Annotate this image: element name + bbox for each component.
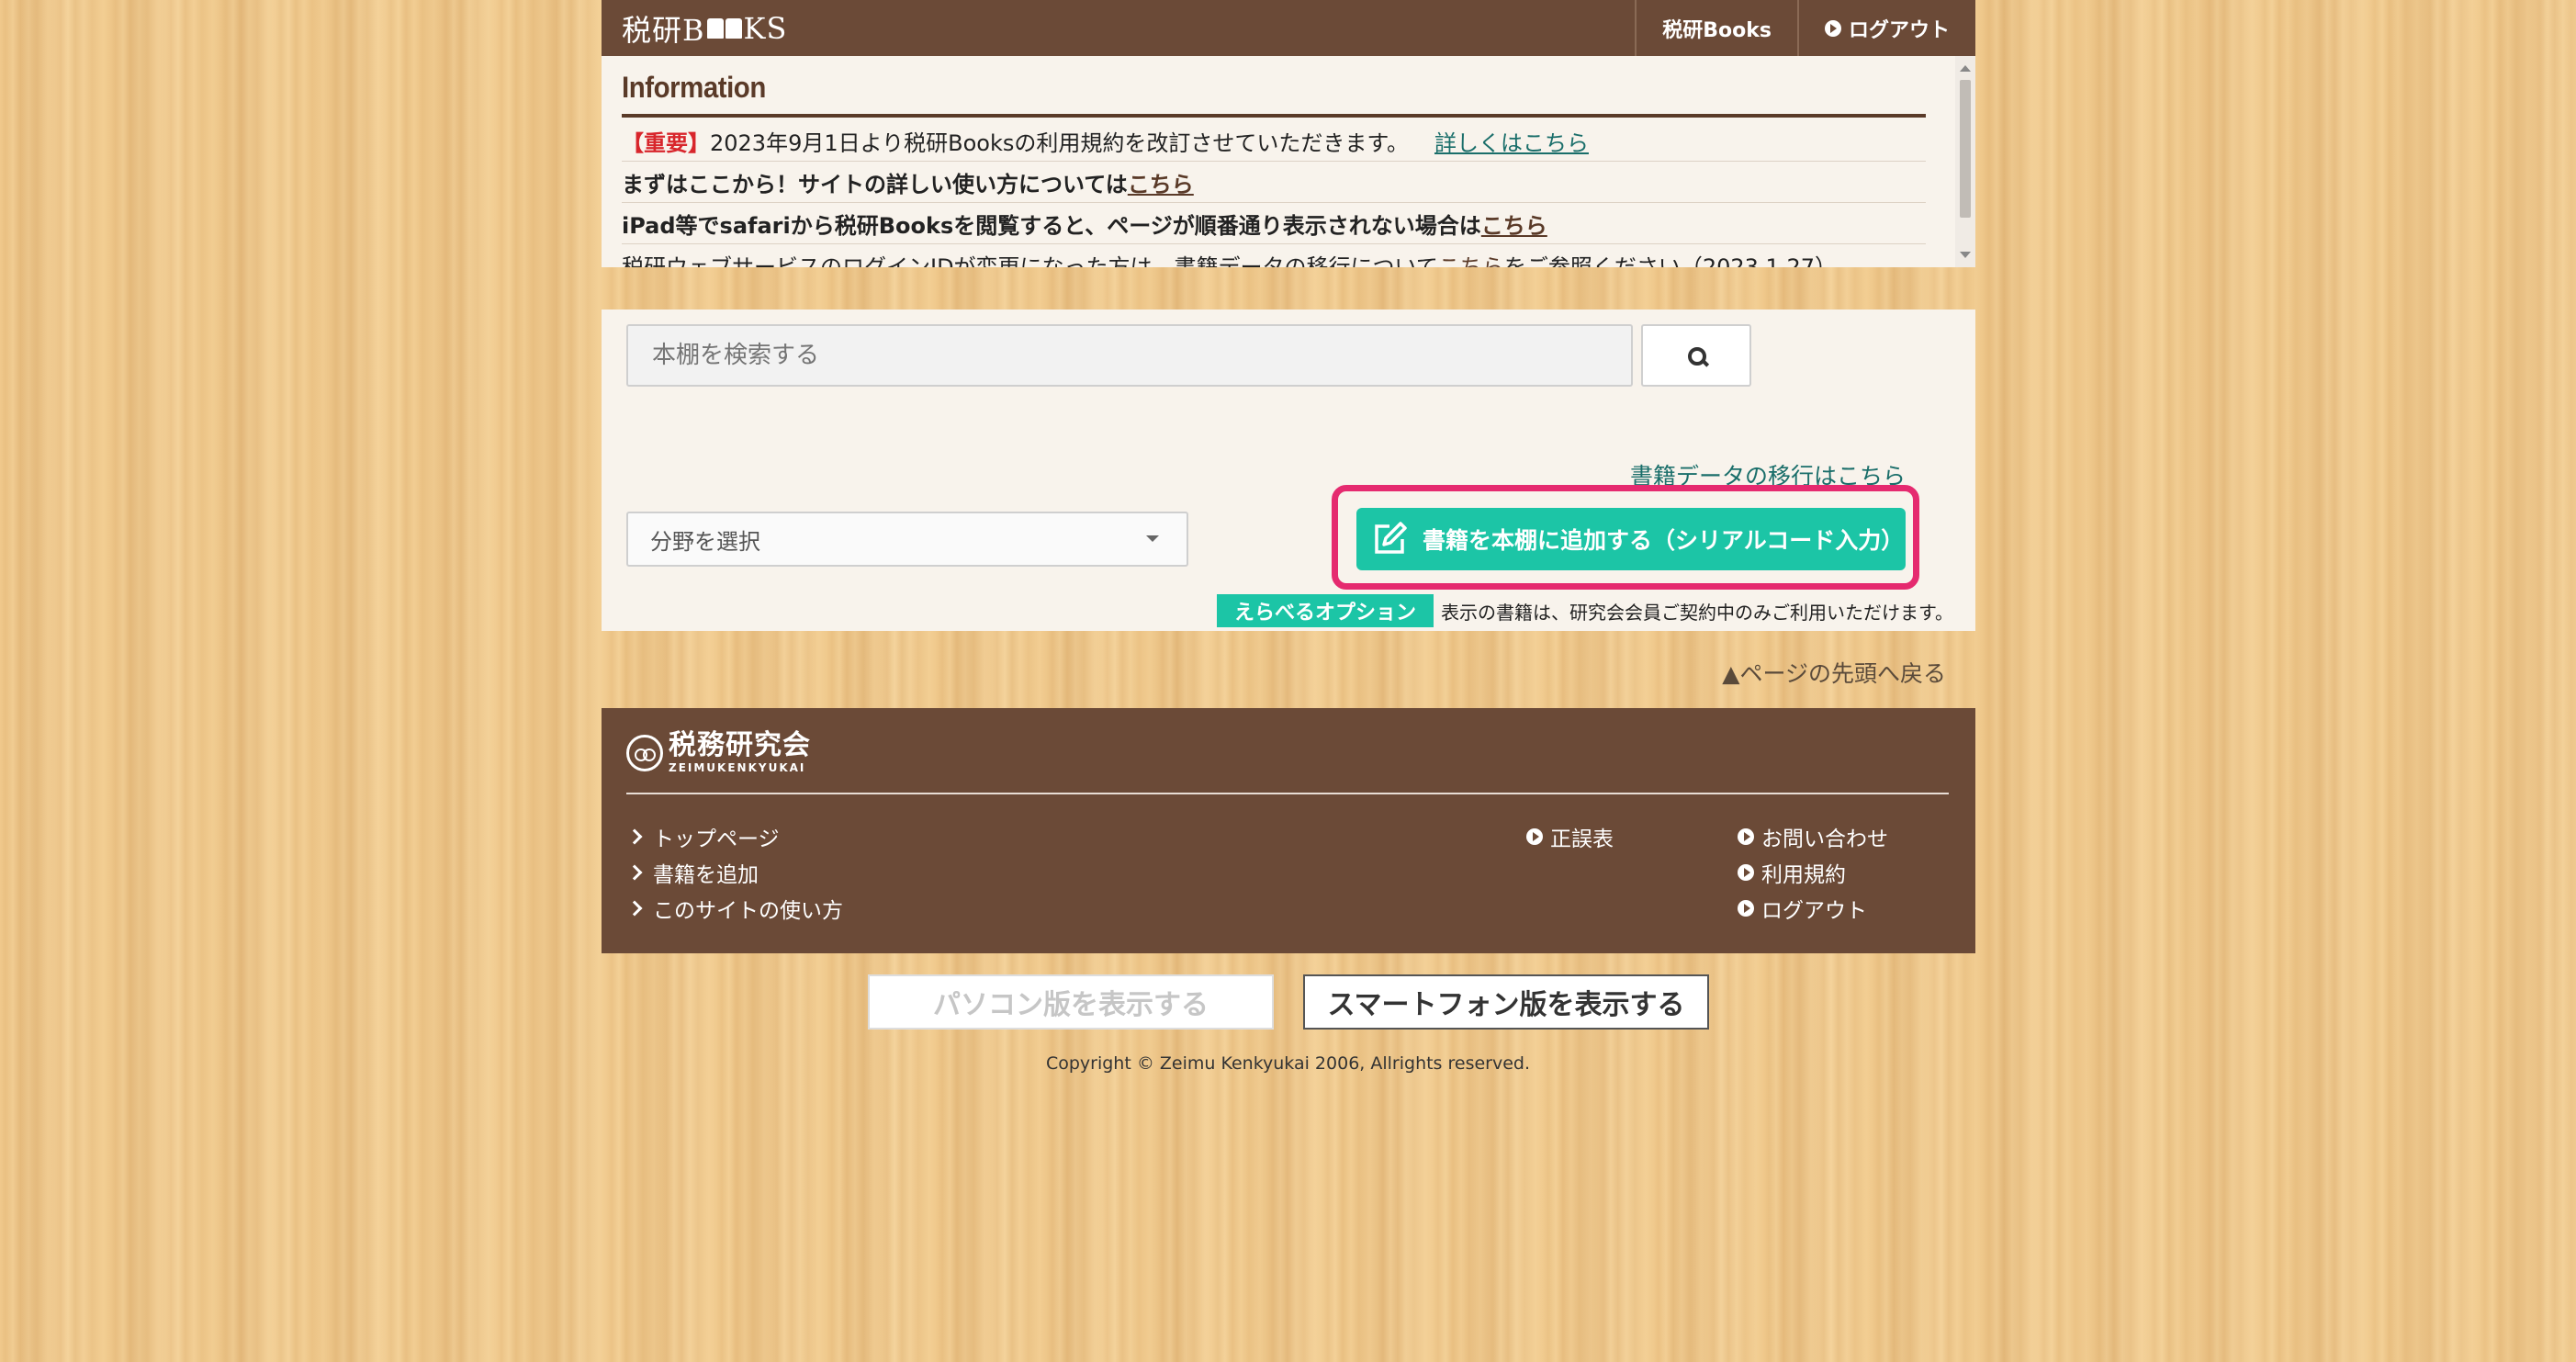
- information-title: Information: [622, 71, 766, 104]
- ipad-help-link[interactable]: こちら: [1481, 208, 1547, 240]
- footer-link-errata[interactable]: 正誤表: [1526, 818, 1614, 854]
- information-divider: [622, 114, 1926, 118]
- play-circle-icon: [1738, 899, 1754, 917]
- scroll-up-arrow-icon[interactable]: [1960, 65, 1971, 72]
- category-select[interactable]: 分野を選択: [626, 512, 1188, 567]
- pc-view-button[interactable]: パソコン版を表示する: [868, 974, 1274, 1030]
- important-tag: 【重要】: [622, 129, 710, 156]
- smartphone-view-button[interactable]: スマートフォン版を表示する: [1303, 974, 1709, 1030]
- information-panel[interactable]: Information 【重要】 2023年9月1日より税研Booksの利用規約…: [602, 56, 1975, 267]
- edit-icon: [1375, 522, 1407, 554]
- footer-link-contact[interactable]: お問い合わせ: [1738, 818, 1888, 854]
- bookshelf-panel: 書籍データの移行はこちら 分野を選択 書籍を本棚に追加する（シリアルコード入力）…: [602, 310, 1975, 631]
- option-note: 表示の書籍は、研究会会員ご契約中のみご利用いただけます。: [1441, 602, 1953, 624]
- option-badge: えらべるオプション: [1217, 594, 1434, 627]
- nav-zeiken-books[interactable]: 税研Books: [1635, 0, 1797, 56]
- footer-link-logout[interactable]: ログアウト: [1738, 890, 1888, 926]
- info-item-migration: 税研ウェブサービスのログインIDが変更になった方は、書籍データの移行について こ…: [622, 244, 1926, 268]
- bookshelf-search-input[interactable]: [626, 324, 1633, 387]
- copyright: Copyright © Zeimu Kenkyukai 2006, Allrig…: [1045, 1053, 1531, 1074]
- footer-link-howto[interactable]: このサイトの使い方: [626, 890, 843, 926]
- footer-logo[interactable]: 税務研究会 ZEIMUKENKYUKAI: [626, 732, 811, 773]
- zeimu-logo-icon: [626, 734, 663, 771]
- play-circle-icon: [1526, 827, 1543, 845]
- search-icon: [1688, 347, 1706, 366]
- footer-link-add-book[interactable]: 書籍を追加: [626, 854, 843, 890]
- add-book-button[interactable]: 書籍を本棚に追加する（シリアルコード入力）: [1356, 508, 1906, 570]
- howto-link[interactable]: こちら: [1128, 166, 1194, 198]
- site-footer: 税務研究会 ZEIMUKENKYUKAI トップページ 書籍を追加 このサイトの…: [602, 708, 1975, 953]
- play-circle-icon: [1738, 863, 1754, 881]
- information-scrollbar[interactable]: [1955, 56, 1975, 267]
- book-icon: [706, 18, 742, 39]
- footer-col-main: トップページ 書籍を追加 このサイトの使い方: [626, 818, 843, 926]
- nav-logout[interactable]: ログアウト: [1796, 0, 1975, 56]
- back-to-top-link[interactable]: ▲ページの先頭へ戻る: [1722, 656, 1946, 689]
- scrollbar-thumb[interactable]: [1960, 80, 1971, 218]
- footer-col-errata: 正誤表: [1526, 818, 1614, 854]
- chevron-down-icon: [1146, 535, 1159, 542]
- footer-divider: [626, 793, 1949, 794]
- footer-link-top[interactable]: トップページ: [626, 818, 843, 854]
- scroll-down-arrow-icon[interactable]: [1960, 252, 1971, 258]
- footer-col-support: お問い合わせ 利用規約 ログアウト: [1738, 818, 1888, 926]
- chevron-right-icon: [626, 828, 643, 844]
- site-header: 税研B KS 税研Books ログアウト: [602, 0, 1975, 56]
- site-logo[interactable]: 税研B KS: [622, 8, 787, 49]
- info-item-ipad: iPad等でsafariから税研Booksを閲覧すると、ページが順番通り表示され…: [622, 203, 1926, 244]
- migration-info-link[interactable]: こちら: [1438, 249, 1504, 268]
- info-item-important: 【重要】 2023年9月1日より税研Booksの利用規約を改訂させていただきます…: [622, 120, 1926, 162]
- terms-details-link[interactable]: 詳しくはこちら: [1434, 125, 1589, 157]
- play-circle-icon: [1824, 19, 1841, 37]
- header-nav: 税研Books ログアウト: [1635, 0, 1975, 56]
- play-circle-icon: [1738, 827, 1754, 845]
- chevron-right-icon: [626, 900, 643, 916]
- search-button[interactable]: [1641, 324, 1751, 387]
- chevron-right-icon: [626, 864, 643, 880]
- footer-link-terms[interactable]: 利用規約: [1738, 854, 1888, 890]
- information-list: 【重要】 2023年9月1日より税研Booksの利用規約を改訂させていただきます…: [622, 120, 1926, 267]
- info-item-howto: まずはここから！サイトの詳しい使い方については こちら: [622, 162, 1926, 203]
